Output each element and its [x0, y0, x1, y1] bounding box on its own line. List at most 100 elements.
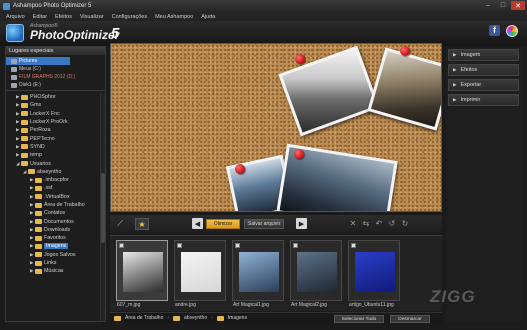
thumbnail-label: artigo_Ubuntu11.jpg — [349, 302, 394, 308]
folder-icon — [21, 127, 28, 133]
thumbnail-checkbox[interactable] — [293, 243, 298, 248]
folder-icon — [28, 169, 35, 175]
tree-item[interactable]: ▶ temp — [6, 151, 101, 159]
section-imprimir[interactable]: ▶ Imprimir — [448, 94, 519, 106]
menu-configuracoes[interactable]: Configurações — [112, 14, 147, 20]
minimize-icon[interactable]: – — [481, 1, 495, 10]
logo-icon — [6, 24, 24, 42]
special-item-drive-d[interactable]: FILM GRAPHS 2012 (D:) — [6, 73, 105, 81]
section-label: Efeitos — [460, 67, 478, 73]
undo-icon[interactable]: ↶ — [374, 218, 384, 229]
color-wheel-icon[interactable] — [506, 25, 518, 37]
thumbnail-label: 607_m.jpg — [117, 302, 141, 308]
pushpin-icon — [295, 54, 305, 64]
thumbnail-frame[interactable] — [174, 240, 226, 301]
special-item-pictures[interactable]: Pictures — [6, 57, 70, 65]
tree-item[interactable]: ▶ PEPTecno — [6, 134, 101, 142]
select-all-button[interactable]: Selecionar Tudo — [334, 315, 384, 323]
menu-ajuda[interactable]: Ajuda — [201, 14, 215, 20]
folder-icon — [35, 177, 42, 183]
tree-item[interactable]: ▶ .imbacpfor — [6, 176, 101, 184]
tree-item[interactable]: ▶ Área de Trabalho — [6, 201, 101, 209]
tree-item[interactable]: ▶ Documentos — [6, 217, 101, 225]
special-item-drive-c[interactable]: Meus (C:) — [6, 65, 105, 73]
tree-item-label: Favoritos — [44, 235, 66, 242]
thumbnail-checkbox[interactable] — [119, 243, 124, 248]
watermark: ZIGG — [430, 287, 476, 306]
next-arrow-icon[interactable]: ▶ — [296, 218, 307, 229]
tree-item-label: Contatos — [44, 210, 66, 217]
tree-scrollbar[interactable] — [100, 93, 105, 321]
section-efeitos[interactable]: ▶ Efeitos — [448, 64, 519, 76]
tree-item[interactable]: ▶ Contatos — [6, 209, 101, 217]
maximize-icon[interactable]: □ — [496, 1, 510, 10]
breadcrumb-separator: › — [167, 315, 170, 321]
section-exportar[interactable]: ▶ Exportar — [448, 79, 519, 91]
tree-item[interactable]: ▶ .VirtualBox — [6, 193, 101, 201]
close-icon[interactable]: ✕ — [511, 1, 525, 10]
thumbnail-frame[interactable] — [232, 240, 284, 301]
menu-arquivo[interactable]: Arquivo — [6, 14, 25, 20]
thumbnail-frame[interactable] — [116, 240, 168, 301]
scrollbar-thumb[interactable] — [101, 173, 105, 243]
magic-wand-icon[interactable]: ⟋ — [114, 218, 126, 230]
tree-item[interactable]: ▶ Gms — [6, 101, 101, 109]
breadcrumb-item[interactable]: Imagens — [228, 315, 247, 321]
special-item-drive-e[interactable]: Disk1 (E:) — [6, 81, 105, 89]
tree-item-label: temp — [30, 152, 42, 159]
thumbnail-checkbox[interactable] — [235, 243, 240, 248]
rotate-right-icon[interactable]: ↻ — [400, 218, 410, 229]
tree-item[interactable]: ◢ Usuarios — [6, 159, 101, 167]
tree-item[interactable]: ◢ abseyntho — [6, 168, 101, 176]
deselect-button[interactable]: Desmarcar — [390, 315, 430, 323]
tree-item[interactable]: ▶ Links — [6, 259, 101, 267]
menu-efeitos[interactable]: Efeitos — [55, 14, 72, 20]
tree-item[interactable]: ▶ Favoritos — [6, 234, 101, 242]
thumbnail-checkbox[interactable] — [351, 243, 356, 248]
tree-item[interactable]: ▶ .ssf — [6, 184, 101, 192]
tree-item[interactable]: ▶ Imagens — [6, 242, 101, 250]
rotate-left-icon[interactable]: ↺ — [387, 218, 397, 229]
thumbnail[interactable]: Art Magical2.jpg — [290, 240, 342, 310]
compare-icon[interactable]: ⇆ — [361, 218, 371, 229]
tree-item-label: abseyntho — [37, 168, 62, 175]
tree-item-label: PEPTecno — [30, 135, 55, 142]
section-imagem[interactable]: ▶ Imagem — [448, 49, 519, 61]
thumbnail[interactable]: Art Magical1.jpg — [232, 240, 284, 310]
menu-visualizar[interactable]: Visualizar — [80, 14, 104, 20]
thumbnail[interactable]: 607_m.jpg — [116, 240, 168, 310]
tree-item[interactable]: ▶ PHOSphor — [6, 93, 101, 101]
thumbnail-frame[interactable] — [348, 240, 400, 301]
tree-item[interactable]: ▶ SYND — [6, 143, 101, 151]
save-file-button[interactable]: Salvar arquivo — [244, 219, 284, 229]
previous-arrow-icon[interactable]: ◀ — [192, 218, 203, 229]
breadcrumb-item[interactable]: abseyntho — [184, 315, 207, 321]
favorite-star-icon[interactable]: ★ — [135, 218, 149, 230]
tree-item[interactable]: ▶ LockerX ProOrk — [6, 118, 101, 126]
expand-arrow-icon: ▶ — [453, 52, 457, 57]
expand-arrow-icon: ▶ — [453, 82, 457, 87]
tree-item[interactable]: ▶ Músicas — [6, 267, 101, 275]
tree-item-label: Músicas — [44, 268, 64, 275]
left-panel: Lugares especiais Pictures Meus (C:) FIL… — [5, 46, 106, 322]
special-places-header: Lugares especiais — [6, 47, 105, 55]
thumbnail-checkbox[interactable] — [177, 243, 182, 248]
tree-item-label: PHOSphor — [30, 94, 56, 101]
thumbnail[interactable]: artigo_Ubuntu11.jpg — [348, 240, 400, 310]
menu-meu-ashampoo[interactable]: Meu Ashampoo — [155, 14, 193, 20]
thumbnail[interactable]: andre.jpg — [174, 240, 226, 310]
tree-item[interactable]: ▶ LockerX Fnc — [6, 110, 101, 118]
tree-item[interactable]: ▶ PerRoza — [6, 126, 101, 134]
optimize-button[interactable]: Otimizar — [206, 219, 240, 229]
thumbnail-frame[interactable] — [290, 240, 342, 301]
tree-item-label: Imagens — [44, 243, 69, 250]
tree-item[interactable]: ▶ Jogos Salvos — [6, 251, 101, 259]
tree-item[interactable]: ▶ Downloads — [6, 226, 101, 234]
expand-arrow-icon: ▶ — [453, 67, 457, 72]
menu-editar[interactable]: Editar — [33, 14, 47, 20]
special-item-label: FILM GRAPHS 2012 (D:) — [19, 74, 76, 80]
facebook-icon[interactable]: f — [489, 25, 500, 36]
breadcrumb-item[interactable]: Área de Trabalho — [125, 315, 163, 321]
thumbnail-image — [239, 252, 279, 292]
delete-icon[interactable]: ✕ — [348, 218, 358, 229]
